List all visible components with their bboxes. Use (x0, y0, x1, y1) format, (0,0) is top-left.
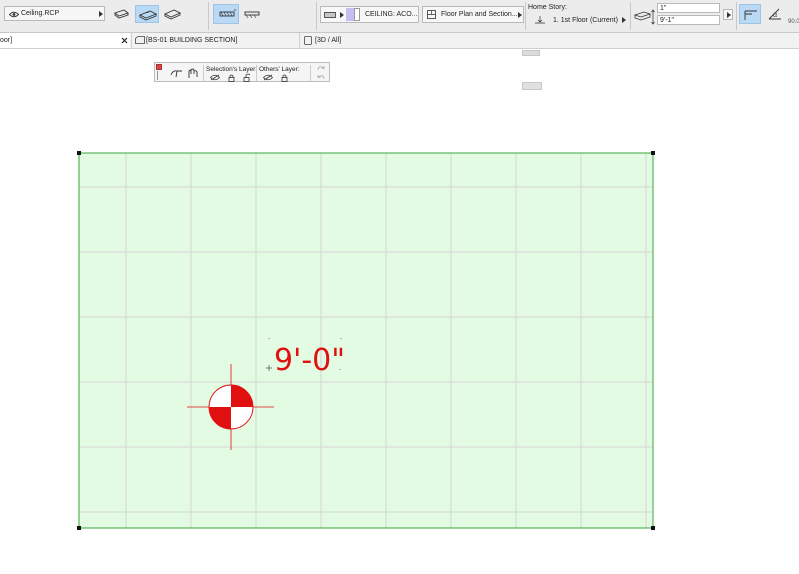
basic-structure-button[interactable] (213, 4, 239, 24)
view-tab-bar: oor] [BS-01 BUILDING SECTION] [3D / All] (0, 33, 799, 90)
reference-arrow-button[interactable] (723, 9, 733, 20)
composite-swatch-2 (354, 8, 360, 21)
polygon-slab-button[interactable] (135, 5, 159, 23)
corner-node[interactable] (651, 526, 655, 530)
rectangle-slab-button[interactable] (162, 5, 182, 23)
slab-rectangle-icon (163, 9, 182, 20)
tab-3d-all[interactable]: [3D / All] (299, 33, 520, 48)
composite-structure-icon (244, 11, 260, 19)
section-icon (135, 36, 145, 44)
slab-thickness-icon-button[interactable] (632, 7, 656, 27)
svg-text:α: α (773, 12, 777, 19)
others-layer-label: Others' Layer: (259, 66, 300, 73)
elevation-label-group[interactable]: 9'-0" (266, 337, 345, 378)
home-story-value: 1. 1st Floor (Current) (553, 17, 618, 24)
select-hand-icon[interactable] (170, 67, 184, 79)
composite-label: CEILING: ACO... (365, 11, 418, 18)
lock-layer-icon[interactable] (228, 74, 235, 82)
undo-icon[interactable] (316, 74, 326, 81)
offset-value: 9'-1" (660, 17, 674, 24)
redo-icon[interactable] (316, 65, 326, 72)
unlock-layer-icon[interactable] (243, 73, 252, 82)
slab-shape[interactable] (77, 151, 655, 530)
single-slab-button[interactable] (111, 5, 131, 23)
composite-structure-button[interactable] (241, 4, 263, 24)
slope-angle-button[interactable]: α (765, 4, 785, 24)
tab-building-section[interactable]: [BS-01 BUILDING SECTION] (131, 33, 299, 48)
3d-window-icon (304, 36, 312, 45)
close-icon[interactable] (156, 64, 162, 70)
home-story-arrow-icon (622, 17, 626, 23)
close-icon[interactable] (121, 37, 128, 44)
dropdown-arrow-icon (99, 11, 103, 17)
slope-angle-icon: α (768, 8, 781, 20)
hide-layer-icon[interactable] (210, 74, 220, 81)
home-story-selector[interactable]: 1. 1st Floor (Current) (528, 14, 628, 26)
hide-others-layer-icon[interactable] (263, 74, 273, 81)
favorites-label: Ceiling.RCP (21, 10, 60, 17)
basic-structure-icon (219, 9, 236, 17)
composite-selector[interactable]: CEILING: ACO... (320, 6, 419, 23)
drawing-canvas[interactable]: 9'-0" (0, 49, 799, 574)
hand-icon[interactable] (186, 67, 200, 79)
slab-thickness-icon (633, 9, 655, 25)
home-story-label: Home Story: (528, 4, 567, 11)
story-icon (535, 16, 545, 24)
structure-display-selector[interactable]: Floor Plan and Section... (422, 6, 524, 23)
offset-input[interactable]: 9'-1" (657, 15, 720, 25)
favorites-selector[interactable]: Ceiling.RCP (4, 6, 105, 21)
reference-line-button[interactable] (739, 4, 761, 24)
eye-icon (9, 11, 19, 18)
reference-arrow-icon (727, 12, 731, 18)
elevation-label: 9'-0" (274, 343, 345, 378)
composite-icon (324, 12, 336, 18)
angle-value: 90.0 (788, 19, 799, 25)
slab-single-icon (114, 9, 129, 19)
composite-arrow-icon (340, 12, 344, 18)
lock-others-layer-icon[interactable] (281, 74, 288, 82)
tab-floor-plan[interactable]: oor] (0, 33, 130, 48)
thickness-value: 1" (660, 5, 667, 12)
reference-line-icon (744, 10, 757, 20)
thickness-input[interactable]: 1" (657, 3, 720, 13)
corner-node[interactable] (77, 526, 81, 530)
tab-3d-all-label: [3D / All] (315, 37, 342, 44)
tab-building-section-label: [BS-01 BUILDING SECTION] (146, 37, 238, 44)
corner-node[interactable] (77, 151, 81, 155)
info-box: Ceiling.RCP CEILING: ACO... Floor Plan a… (0, 0, 799, 33)
structure-display-arrow-icon (518, 12, 522, 18)
palette-grip[interactable] (157, 71, 158, 80)
corner-node[interactable] (651, 151, 655, 155)
edit-selection-palette: Selection's Layer: Others' Layer: (154, 62, 330, 82)
structure-display-label: Floor Plan and Section... (441, 11, 518, 18)
slab-fill[interactable] (79, 153, 653, 528)
floor-plan-icon (427, 10, 436, 19)
slab-polygon-icon (138, 10, 158, 21)
tab-floor-plan-label: oor] (0, 37, 13, 44)
composite-swatch (346, 8, 354, 21)
